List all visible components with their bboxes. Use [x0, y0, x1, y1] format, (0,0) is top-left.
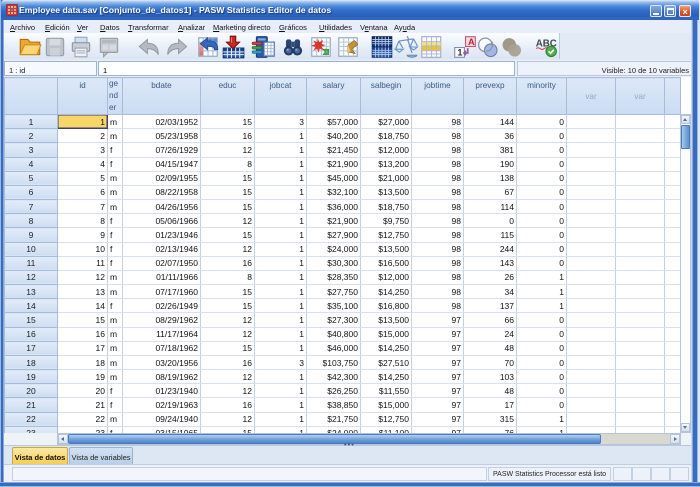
- svg-text:1: 1: [457, 48, 462, 58]
- svg-text:A: A: [468, 37, 475, 47]
